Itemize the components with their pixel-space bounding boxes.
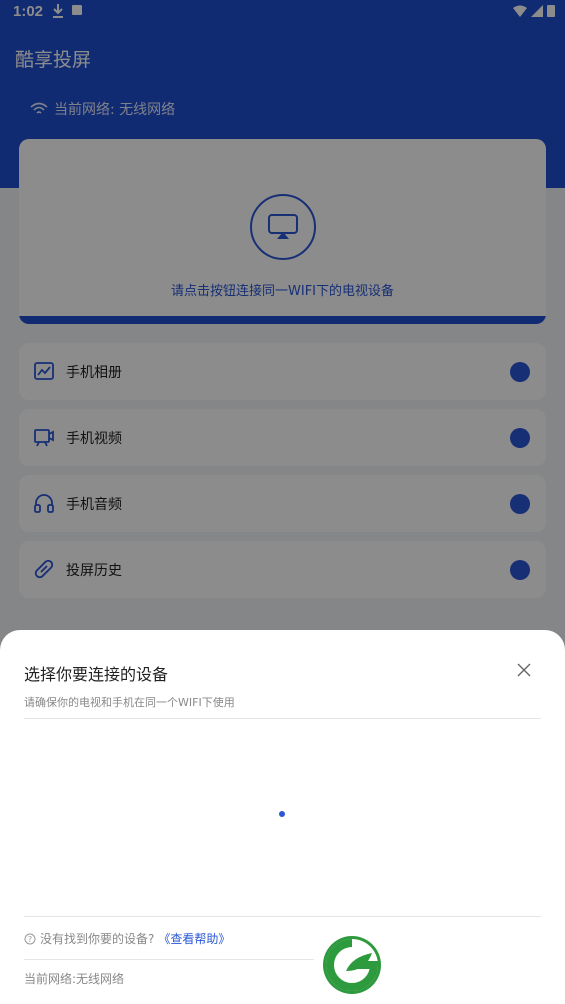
help-row: ? 没有找到你要的设备? 《查看帮助》 [24, 930, 230, 947]
loading-indicator [279, 811, 285, 817]
sheet-title: 选择你要连接的设备 [24, 665, 169, 684]
divider [24, 916, 541, 917]
divider [24, 718, 541, 719]
device-picker-sheet: 选择你要连接的设备 请确保你的电视和手机在同一个WIFI下使用 ? 没有找到你要… [0, 630, 565, 1004]
help-link[interactable]: 《查看帮助》 [158, 930, 230, 947]
question-icon: ? [24, 933, 36, 944]
divider [24, 959, 314, 960]
leaf-logo [323, 936, 381, 994]
help-question: 没有找到你要的设备? [40, 932, 155, 946]
sheet-network-status: 当前网络:无线网络 [24, 972, 125, 986]
svg-text:?: ? [28, 935, 32, 944]
sheet-subtitle: 请确保你的电视和手机在同一个WIFI下使用 [24, 696, 235, 709]
close-icon[interactable] [516, 662, 532, 678]
